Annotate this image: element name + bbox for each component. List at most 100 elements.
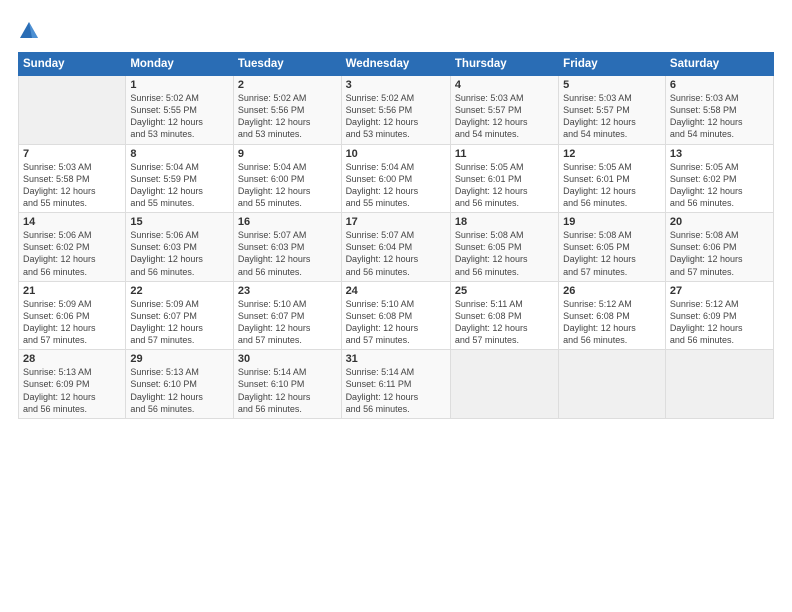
day-cell: 3Sunrise: 5:02 AMSunset: 5:56 PMDaylight… [341,76,450,145]
day-info: Sunrise: 5:04 AMSunset: 5:59 PMDaylight:… [130,161,229,210]
day-info: Sunrise: 5:13 AMSunset: 6:09 PMDaylight:… [23,366,121,415]
logo-icon [18,20,40,42]
day-info: Sunrise: 5:04 AMSunset: 6:00 PMDaylight:… [346,161,446,210]
day-cell: 2Sunrise: 5:02 AMSunset: 5:56 PMDaylight… [233,76,341,145]
day-number: 4 [455,79,554,91]
day-cell: 24Sunrise: 5:10 AMSunset: 6:08 PMDayligh… [341,281,450,350]
day-info: Sunrise: 5:14 AMSunset: 6:11 PMDaylight:… [346,366,446,415]
day-number: 26 [563,285,661,297]
day-info: Sunrise: 5:02 AMSunset: 5:56 PMDaylight:… [238,92,337,141]
day-cell: 25Sunrise: 5:11 AMSunset: 6:08 PMDayligh… [450,281,558,350]
day-info: Sunrise: 5:03 AMSunset: 5:57 PMDaylight:… [563,92,661,141]
day-info: Sunrise: 5:09 AMSunset: 6:07 PMDaylight:… [130,298,229,347]
day-info: Sunrise: 5:11 AMSunset: 6:08 PMDaylight:… [455,298,554,347]
day-number: 20 [670,216,769,228]
day-info: Sunrise: 5:06 AMSunset: 6:03 PMDaylight:… [130,229,229,278]
day-number: 25 [455,285,554,297]
col-header-monday: Monday [126,53,234,76]
col-header-sunday: Sunday [19,53,126,76]
day-cell: 19Sunrise: 5:08 AMSunset: 6:05 PMDayligh… [559,213,666,282]
day-info: Sunrise: 5:08 AMSunset: 6:05 PMDaylight:… [563,229,661,278]
day-number: 1 [130,79,229,91]
day-cell: 20Sunrise: 5:08 AMSunset: 6:06 PMDayligh… [665,213,773,282]
day-info: Sunrise: 5:05 AMSunset: 6:02 PMDaylight:… [670,161,769,210]
day-cell: 23Sunrise: 5:10 AMSunset: 6:07 PMDayligh… [233,281,341,350]
day-info: Sunrise: 5:08 AMSunset: 6:06 PMDaylight:… [670,229,769,278]
day-cell: 17Sunrise: 5:07 AMSunset: 6:04 PMDayligh… [341,213,450,282]
week-row-2: 7Sunrise: 5:03 AMSunset: 5:58 PMDaylight… [19,144,774,213]
day-cell [19,76,126,145]
day-info: Sunrise: 5:07 AMSunset: 6:04 PMDaylight:… [346,229,446,278]
calendar-table: SundayMondayTuesdayWednesdayThursdayFrid… [18,52,774,419]
day-cell: 26Sunrise: 5:12 AMSunset: 6:08 PMDayligh… [559,281,666,350]
day-cell: 27Sunrise: 5:12 AMSunset: 6:09 PMDayligh… [665,281,773,350]
day-cell: 16Sunrise: 5:07 AMSunset: 6:03 PMDayligh… [233,213,341,282]
day-cell: 5Sunrise: 5:03 AMSunset: 5:57 PMDaylight… [559,76,666,145]
col-header-friday: Friday [559,53,666,76]
day-info: Sunrise: 5:14 AMSunset: 6:10 PMDaylight:… [238,366,337,415]
day-cell: 11Sunrise: 5:05 AMSunset: 6:01 PMDayligh… [450,144,558,213]
day-cell: 18Sunrise: 5:08 AMSunset: 6:05 PMDayligh… [450,213,558,282]
day-number: 6 [670,79,769,91]
col-header-saturday: Saturday [665,53,773,76]
header [18,18,774,42]
day-cell: 10Sunrise: 5:04 AMSunset: 6:00 PMDayligh… [341,144,450,213]
day-cell: 12Sunrise: 5:05 AMSunset: 6:01 PMDayligh… [559,144,666,213]
day-cell: 31Sunrise: 5:14 AMSunset: 6:11 PMDayligh… [341,350,450,419]
col-header-tuesday: Tuesday [233,53,341,76]
day-number: 16 [238,216,337,228]
week-row-4: 21Sunrise: 5:09 AMSunset: 6:06 PMDayligh… [19,281,774,350]
day-info: Sunrise: 5:10 AMSunset: 6:07 PMDaylight:… [238,298,337,347]
day-cell: 13Sunrise: 5:05 AMSunset: 6:02 PMDayligh… [665,144,773,213]
day-number: 13 [670,148,769,160]
day-number: 11 [455,148,554,160]
day-cell: 9Sunrise: 5:04 AMSunset: 6:00 PMDaylight… [233,144,341,213]
day-number: 24 [346,285,446,297]
day-number: 30 [238,353,337,365]
day-info: Sunrise: 5:05 AMSunset: 6:01 PMDaylight:… [455,161,554,210]
day-cell: 30Sunrise: 5:14 AMSunset: 6:10 PMDayligh… [233,350,341,419]
day-number: 8 [130,148,229,160]
week-row-5: 28Sunrise: 5:13 AMSunset: 6:09 PMDayligh… [19,350,774,419]
day-number: 12 [563,148,661,160]
day-cell: 22Sunrise: 5:09 AMSunset: 6:07 PMDayligh… [126,281,234,350]
week-row-1: 1Sunrise: 5:02 AMSunset: 5:55 PMDaylight… [19,76,774,145]
day-number: 7 [23,148,121,160]
day-number: 23 [238,285,337,297]
day-info: Sunrise: 5:08 AMSunset: 6:05 PMDaylight:… [455,229,554,278]
day-info: Sunrise: 5:02 AMSunset: 5:56 PMDaylight:… [346,92,446,141]
day-info: Sunrise: 5:03 AMSunset: 5:57 PMDaylight:… [455,92,554,141]
day-cell: 8Sunrise: 5:04 AMSunset: 5:59 PMDaylight… [126,144,234,213]
day-info: Sunrise: 5:13 AMSunset: 6:10 PMDaylight:… [130,366,229,415]
logo [18,18,43,42]
day-cell: 28Sunrise: 5:13 AMSunset: 6:09 PMDayligh… [19,350,126,419]
day-number: 21 [23,285,121,297]
day-info: Sunrise: 5:02 AMSunset: 5:55 PMDaylight:… [130,92,229,141]
col-header-wednesday: Wednesday [341,53,450,76]
day-number: 15 [130,216,229,228]
week-row-3: 14Sunrise: 5:06 AMSunset: 6:02 PMDayligh… [19,213,774,282]
day-cell: 15Sunrise: 5:06 AMSunset: 6:03 PMDayligh… [126,213,234,282]
calendar-header-row: SundayMondayTuesdayWednesdayThursdayFrid… [19,53,774,76]
day-number: 3 [346,79,446,91]
day-info: Sunrise: 5:05 AMSunset: 6:01 PMDaylight:… [563,161,661,210]
day-number: 28 [23,353,121,365]
day-number: 9 [238,148,337,160]
day-cell [450,350,558,419]
day-info: Sunrise: 5:03 AMSunset: 5:58 PMDaylight:… [670,92,769,141]
day-info: Sunrise: 5:12 AMSunset: 6:09 PMDaylight:… [670,298,769,347]
day-number: 22 [130,285,229,297]
col-header-thursday: Thursday [450,53,558,76]
day-number: 2 [238,79,337,91]
day-cell: 21Sunrise: 5:09 AMSunset: 6:06 PMDayligh… [19,281,126,350]
day-info: Sunrise: 5:04 AMSunset: 6:00 PMDaylight:… [238,161,337,210]
day-info: Sunrise: 5:07 AMSunset: 6:03 PMDaylight:… [238,229,337,278]
day-number: 18 [455,216,554,228]
day-info: Sunrise: 5:09 AMSunset: 6:06 PMDaylight:… [23,298,121,347]
day-info: Sunrise: 5:10 AMSunset: 6:08 PMDaylight:… [346,298,446,347]
day-cell: 4Sunrise: 5:03 AMSunset: 5:57 PMDaylight… [450,76,558,145]
day-info: Sunrise: 5:03 AMSunset: 5:58 PMDaylight:… [23,161,121,210]
page: SundayMondayTuesdayWednesdayThursdayFrid… [0,0,792,612]
day-cell: 1Sunrise: 5:02 AMSunset: 5:55 PMDaylight… [126,76,234,145]
day-number: 10 [346,148,446,160]
